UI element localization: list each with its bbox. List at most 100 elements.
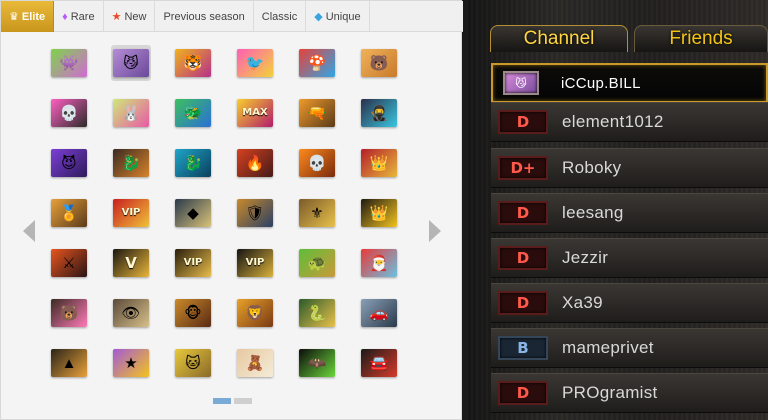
avatar-option[interactable]: 🧸 <box>235 345 275 381</box>
avatar-art: 🐰 <box>121 104 141 122</box>
avatar-option[interactable]: V <box>111 245 151 281</box>
avatar-option[interactable]: 👾 <box>49 45 89 81</box>
avatar-option[interactable]: 🚘 <box>359 345 399 381</box>
avatar-totoro: 🐱 <box>175 349 211 377</box>
avatar-option[interactable]: 🔫 <box>297 95 337 131</box>
rank-badge: D <box>498 110 548 134</box>
tab-new[interactable]: ★ New <box>104 1 156 32</box>
diamond-icon: ◆ <box>314 11 323 23</box>
avatar-art: 😈 <box>61 154 77 172</box>
avatar-plumber: 🍄 <box>299 49 335 77</box>
avatar-option[interactable]: 💀 <box>297 145 337 181</box>
avatar-silver-car: 🚗 <box>361 299 397 327</box>
tab-label: Elite <box>21 10 46 23</box>
channel-user-row[interactable]: D PROgramist <box>491 373 768 413</box>
avatar-green-dragon-emblem: 🐍 <box>299 299 335 327</box>
avatar-option[interactable]: 👑 <box>359 195 399 231</box>
avatar-vip-red: VIP <box>113 199 149 227</box>
avatar-black-car: 🚘 <box>361 349 397 377</box>
avatar-option[interactable]: 🐍 <box>297 295 337 331</box>
channel-user-row[interactable]: 😼 iCCup.BILL <box>491 63 768 103</box>
avatar-option[interactable]: 🐰 <box>111 95 151 131</box>
avatar-option[interactable]: 🐻 <box>359 45 399 81</box>
gem-icon: ♦ <box>62 10 68 23</box>
avatar-option[interactable]: 🚗 <box>359 295 399 331</box>
next-page-arrow[interactable] <box>429 220 441 242</box>
avatar-vip-black: VIP <box>237 249 273 277</box>
avatar-option[interactable]: VIP <box>235 245 275 281</box>
avatar-bear-fighter: 🐻 <box>361 49 397 77</box>
tab-elite[interactable]: ♛ Elite <box>1 1 55 32</box>
avatar-option[interactable]: ⚔ <box>49 245 89 281</box>
avatar-option[interactable]: 🎅 <box>359 245 399 281</box>
avatar-art: 🐱 <box>185 354 201 372</box>
page-dot[interactable] <box>234 398 252 404</box>
avatar-option[interactable]: 🥷 <box>359 95 399 131</box>
avatar-art: 🔫 <box>307 104 327 122</box>
avatar-option[interactable]: 💀 <box>49 95 89 131</box>
avatar-option[interactable]: ◆ <box>173 195 213 231</box>
avatar-art: 👾 <box>59 54 79 72</box>
avatar-art: ◆ <box>187 204 199 222</box>
avatar-green-monster: 👾 <box>51 49 87 77</box>
avatar-option[interactable]: 🛡 <box>235 195 275 231</box>
channel-user-row[interactable]: D+ Roboky <box>491 148 768 188</box>
avatar-option[interactable]: 😈 <box>49 145 89 181</box>
user-name: Jezzir <box>562 248 609 267</box>
channel-user-row[interactable]: D Xa39 <box>491 283 768 323</box>
avatar-option[interactable]: 🐻 <box>49 295 89 331</box>
user-name: mameprivet <box>562 338 654 357</box>
avatar-option[interactable]: 🐦 <box>235 45 275 81</box>
avatar-eye-pyramid: 👁 <box>113 299 149 327</box>
tab-previous-season[interactable]: Previous season <box>155 1 254 32</box>
avatar-option[interactable]: ★ <box>111 345 151 381</box>
avatar-option[interactable]: ▲ <box>49 345 89 381</box>
avatar-art: 🐦 <box>245 54 265 72</box>
page-indicator <box>213 398 252 404</box>
avatar-pink-bear: 🐻 <box>51 299 87 327</box>
avatar-art: 🐍 <box>307 304 327 322</box>
channel-user-row[interactable]: Dleesang <box>491 193 768 233</box>
page-dot[interactable] <box>213 398 231 404</box>
avatar-option[interactable]: MAX <box>235 95 275 131</box>
avatar-option[interactable]: 🔥 <box>235 145 275 181</box>
tab-channel[interactable]: Channel <box>490 25 628 52</box>
avatar-option[interactable]: VIP <box>173 245 213 281</box>
avatar-option[interactable]: 👑 <box>359 145 399 181</box>
tab-classic[interactable]: Classic <box>254 1 307 32</box>
avatar-monkey-king: 🐵 <box>175 299 211 327</box>
prev-page-arrow[interactable] <box>23 220 35 242</box>
tab-unique[interactable]: ◆ Unique <box>306 1 370 32</box>
avatar-option[interactable]: 🏅 <box>49 195 89 231</box>
avatar-grid: 👾 😼 🐯 🐦 🍄 🐻 💀 🐰 🐲 MAX 🔫 🥷 😈 🐉 🐉 🔥 💀 👑 🏅 VIP ◆ 🛡 ⚜ 👑 ⚔ V VIP VIP 🐢 🎅 🐻 👁… <box>49 45 419 385</box>
avatar-option[interactable]: ⚜ <box>297 195 337 231</box>
user-name: iCCup.BILL <box>561 74 641 92</box>
rank-badge: D <box>498 246 548 270</box>
channel-user-row[interactable]: Bmameprivet <box>491 328 768 368</box>
tab-label: Unique <box>325 10 361 23</box>
avatar-option[interactable]: 🐢 <box>297 245 337 281</box>
avatar-option[interactable]: 🐉 <box>173 145 213 181</box>
avatar-option[interactable]: 🐲 <box>173 95 213 131</box>
avatar-option[interactable]: 🐯 <box>173 45 213 81</box>
avatar-option[interactable]: 🦁 <box>235 295 275 331</box>
tab-friends[interactable]: Friends <box>634 25 768 52</box>
avatar-option[interactable]: 👁 <box>111 295 151 331</box>
avatar-option[interactable]: 😼 <box>111 45 151 81</box>
rank-badge: D <box>498 201 548 225</box>
avatar-option[interactable]: VIP <box>111 195 151 231</box>
avatar-art: 🧸 <box>245 354 265 372</box>
avatar-option[interactable]: 🍄 <box>297 45 337 81</box>
avatar-art: 👁 <box>121 304 141 322</box>
avatar-picker-panel: ♛ Elite ♦ Rare ★ New Previous season Classic ◆ Un… <box>0 0 463 420</box>
channel-user-row[interactable]: Delement1012 <box>491 102 768 142</box>
avatar-option[interactable]: 🦇 <box>297 345 337 381</box>
avatar-diamond-badge: ◆ <box>175 199 211 227</box>
channel-user-row[interactable]: D Jezzir <box>491 238 768 278</box>
avatar-option[interactable]: 🐵 <box>173 295 213 331</box>
avatar-option[interactable]: 🐱 <box>173 345 213 381</box>
avatar-option[interactable]: 🐉 <box>111 145 151 181</box>
tab-rare[interactable]: ♦ Rare <box>54 1 104 32</box>
avatar-art: ⚔ <box>62 254 76 272</box>
avatar-art: 🐯 <box>183 54 203 72</box>
